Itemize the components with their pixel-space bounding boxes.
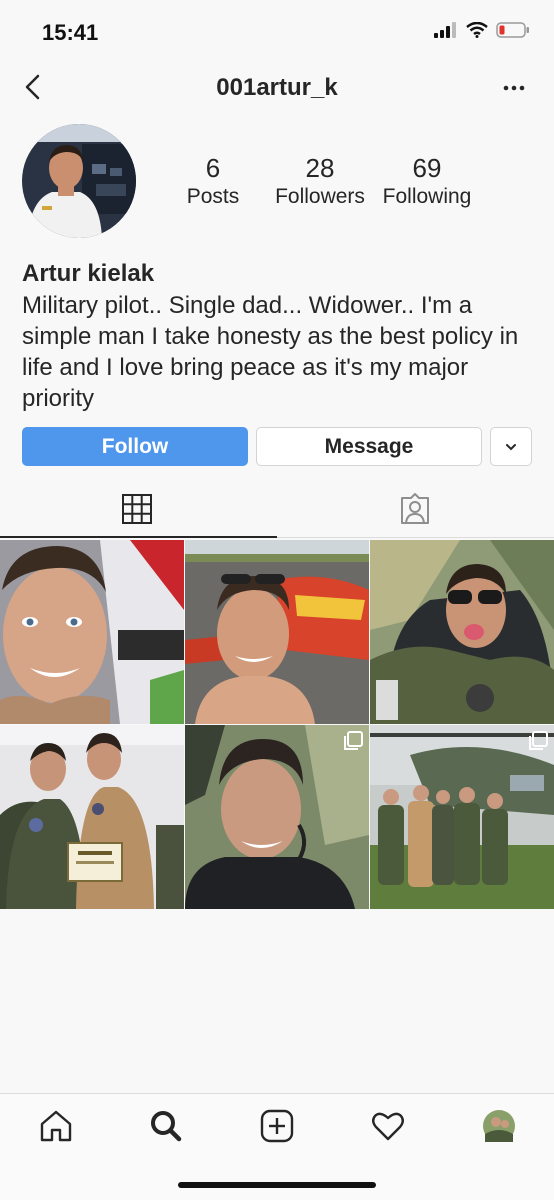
profile-avatar-tab-icon[interactable] xyxy=(481,1108,517,1144)
stat-following-label: Following xyxy=(382,185,472,208)
status-time: 15:41 xyxy=(42,20,99,45)
profile-tabs xyxy=(0,484,554,538)
stat-following[interactable]: 69 Following xyxy=(377,152,477,210)
battery-icon xyxy=(496,22,529,38)
post-thumbnail[interactable] xyxy=(370,725,554,909)
stat-followers-value: 28 xyxy=(305,153,335,183)
nav-bar: 001artur_k xyxy=(0,66,554,112)
heart-icon[interactable] xyxy=(370,1108,406,1144)
stat-posts-value: 6 xyxy=(205,153,221,183)
follow-button[interactable]: Follow xyxy=(22,427,248,466)
more-icon[interactable] xyxy=(502,76,526,100)
stat-followers[interactable]: 28 Followers xyxy=(270,152,370,210)
suggested-dropdown-button[interactable] xyxy=(490,427,532,466)
chevron-down-icon xyxy=(506,443,516,450)
multi-photo-icon xyxy=(344,731,363,750)
post-thumbnail[interactable] xyxy=(0,725,184,909)
profile-avatar[interactable] xyxy=(22,124,136,238)
post-thumbnail[interactable] xyxy=(185,725,369,909)
home-icon[interactable] xyxy=(38,1108,74,1144)
multi-photo-icon xyxy=(529,731,548,750)
profile-bio: Military pilot.. Single dad... Widower..… xyxy=(22,292,519,412)
status-icons xyxy=(434,22,530,38)
tab-active-indicator xyxy=(0,536,277,538)
stat-followers-label: Followers xyxy=(275,185,365,208)
username-title: 001artur_k xyxy=(216,74,338,101)
photo-grid xyxy=(0,540,554,910)
message-button[interactable]: Message xyxy=(256,427,482,466)
profile-stats: 6 Posts 28 Followers 69 Following xyxy=(170,152,490,222)
search-icon[interactable] xyxy=(148,1108,184,1144)
signal-icon xyxy=(434,22,456,38)
wifi-icon xyxy=(466,22,488,38)
grid-icon[interactable] xyxy=(120,492,154,526)
stat-posts[interactable]: 6 Posts xyxy=(170,152,256,210)
post-thumbnail[interactable] xyxy=(185,540,369,724)
profile-name: Artur kielak xyxy=(22,260,155,287)
stat-following-value: 69 xyxy=(412,153,442,183)
tagged-icon[interactable] xyxy=(398,492,432,526)
post-thumbnail[interactable] xyxy=(370,540,554,724)
stat-posts-label: Posts xyxy=(186,185,240,208)
add-icon[interactable] xyxy=(259,1108,295,1144)
bottom-tab-bar xyxy=(0,1093,554,1200)
post-thumbnail[interactable] xyxy=(0,540,184,724)
home-indicator xyxy=(178,1182,376,1188)
status-bar: 15:41 xyxy=(0,0,554,66)
